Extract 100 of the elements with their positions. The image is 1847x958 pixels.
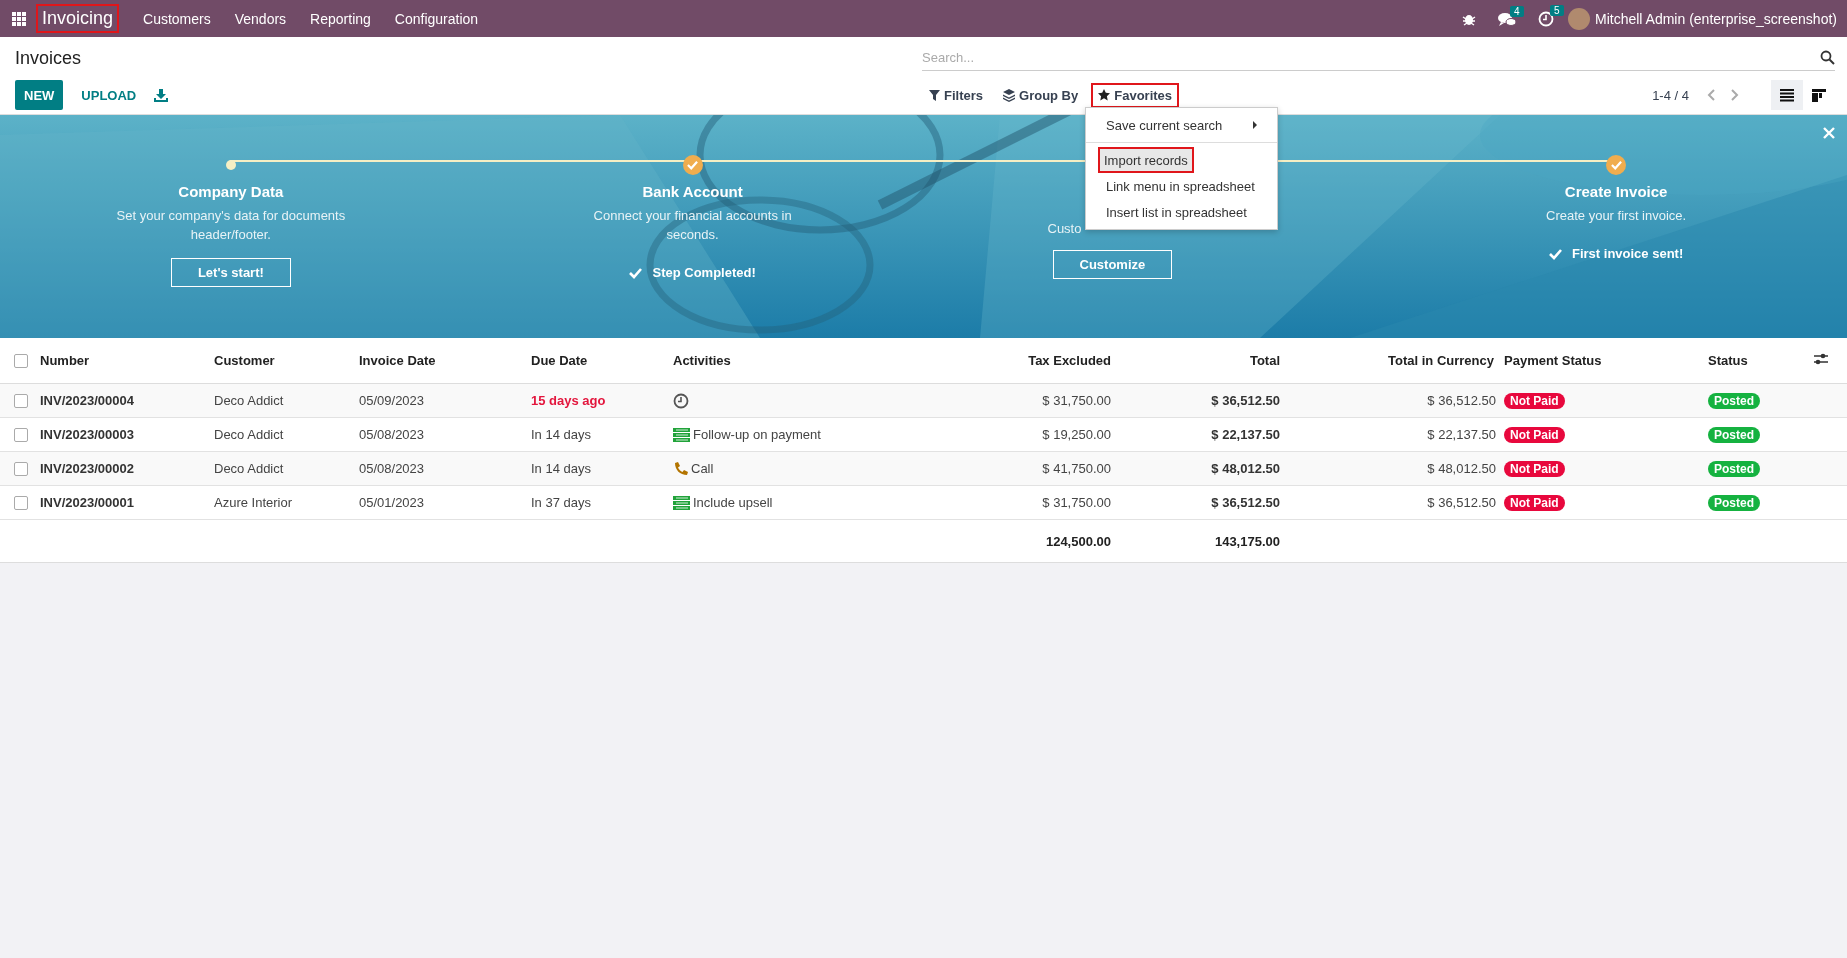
step-title: Company Data [178,183,284,200]
table-cell: 15 days ago [531,393,606,408]
table-cell: In 37 days [531,495,591,510]
table-cell: Azure Interior [214,495,293,510]
step-description: Custo [1047,220,1082,238]
table-cell: $ 22,137.50 [1211,427,1280,442]
table-cell: Deco Addict [214,427,284,442]
status-badge: Posted [1708,460,1760,477]
column-header[interactable]: Number [36,338,210,384]
page-title: Invoices [15,48,83,70]
column-header[interactable]: Payment Status [1500,338,1704,384]
clock-icon[interactable] [673,392,689,409]
menu-item[interactable]: Import records [1098,147,1194,173]
step-completed-label: First invoice sent! [1549,239,1684,268]
column-header[interactable]: Tax Excluded [960,338,1115,384]
table-cell: In 14 days [531,427,591,442]
new-button[interactable]: NEW [15,80,64,110]
payment-status-badge: Not Paid [1504,460,1565,477]
column-header[interactable]: Total in Currency [1284,338,1500,384]
table-cell: $ 48,012.50 [1427,461,1496,476]
table-cell: In 14 days [531,461,591,476]
menu-item[interactable]: Save current search [1086,112,1277,138]
user-name[interactable]: Mitchell Admin (enterprise_screenshot) [1595,10,1837,27]
avatar[interactable] [1568,7,1590,30]
search-icon[interactable] [1820,49,1835,65]
activity-label[interactable]: Follow-up on payment [693,427,821,442]
step-completed-label: Step Completed! [629,258,756,287]
column-header[interactable]: Invoice Date [355,338,527,384]
select-all-checkbox[interactable] [14,354,28,369]
menu-item[interactable]: Link menu in spreadsheet [1086,173,1277,199]
search-field[interactable]: Search... [922,49,1820,65]
group-by-button[interactable]: Group By [996,82,1086,108]
table-cell: $ 36,512.50 [1211,393,1280,408]
pager: 1-4 / 4 [1652,87,1689,103]
table-cell: $ 36,512.50 [1427,495,1496,510]
menu-item[interactable]: Configuration [382,10,491,27]
step-title: Bank Account [642,183,743,200]
activity-label[interactable]: Call [691,461,714,476]
menu-item[interactable]: Insert list in spreadsheet [1086,199,1277,225]
column-header[interactable]: Activities [669,338,960,384]
close-icon[interactable] [1823,127,1835,139]
check-icon [629,266,643,279]
table-cell: $ 31,750.00 [1042,495,1111,510]
download-icon[interactable] [154,88,169,102]
table-cell: INV/2023/00004 [40,393,134,408]
status-badge: Posted [1708,494,1760,511]
previous-icon[interactable] [1707,89,1716,101]
list-view-button[interactable] [1771,80,1803,110]
todo-icon[interactable] [673,495,690,510]
total-cell: 124,500.00 [1045,533,1111,549]
count-badge: 5 [1550,4,1564,16]
todo-icon[interactable] [673,427,690,442]
step-description: Connect your financial accounts in seconds. [592,207,793,244]
column-header[interactable]: Due Date [527,338,669,384]
settings-sliders-icon[interactable] [1814,353,1828,365]
layers-icon [1003,88,1015,102]
table-cell: 05/08/2023 [359,427,425,442]
table-cell: Deco Addict [214,461,284,476]
table-cell: Deco Addict [214,393,284,408]
table-cell: $ 48,012.50 [1211,461,1280,476]
table-cell: 05/08/2023 [359,461,425,476]
row-checkbox[interactable] [14,394,28,409]
activity-label[interactable]: Include upsell [693,495,773,510]
table-cell: INV/2023/00003 [40,427,134,442]
total-cell: 143,175.00 [1214,533,1280,549]
status-badge: Posted [1708,426,1760,443]
chat-icon[interactable] [1498,11,1516,26]
status-badge: Posted [1708,392,1760,409]
row-checkbox[interactable] [14,462,28,477]
payment-status-badge: Not Paid [1504,494,1565,511]
next-icon[interactable] [1730,89,1739,101]
table-cell: $ 41,750.00 [1042,461,1111,476]
step-description: Set your company's data for documents header/footer. [115,207,347,244]
apps-menu-icon[interactable] [12,11,26,26]
table-cell: 05/01/2023 [359,495,425,510]
column-header[interactable]: Customer [210,338,355,384]
row-checkbox[interactable] [14,496,28,511]
table-cell: $ 31,750.00 [1042,393,1111,408]
menu-item[interactable]: Vendors [222,10,299,27]
payment-status-badge: Not Paid [1504,392,1565,409]
table-cell: 05/09/2023 [359,393,425,408]
menu-item[interactable]: Customers [131,10,223,27]
funnel-icon [929,89,940,101]
count-badge: 4 [1510,5,1524,17]
row-checkbox[interactable] [14,428,28,443]
app-name[interactable]: Invoicing [36,4,120,33]
star-icon [1098,89,1111,101]
list-view-icon [1780,88,1794,102]
check-icon [1549,247,1562,260]
step-description: Create your first invoice. [1546,207,1687,225]
activity-icon[interactable] [1538,10,1554,27]
menu-item[interactable]: Reporting [298,10,383,27]
phone-icon[interactable] [673,461,688,476]
column-header[interactable]: Status [1704,338,1810,384]
filters-button[interactable]: Filters [922,82,990,108]
table-cell: $ 36,512.50 [1211,495,1280,510]
kanban-view-icon [1812,88,1826,102]
table-cell: INV/2023/00002 [40,461,134,476]
upload-button[interactable]: UPLOAD [77,80,141,110]
column-header[interactable]: Total [1115,338,1284,384]
